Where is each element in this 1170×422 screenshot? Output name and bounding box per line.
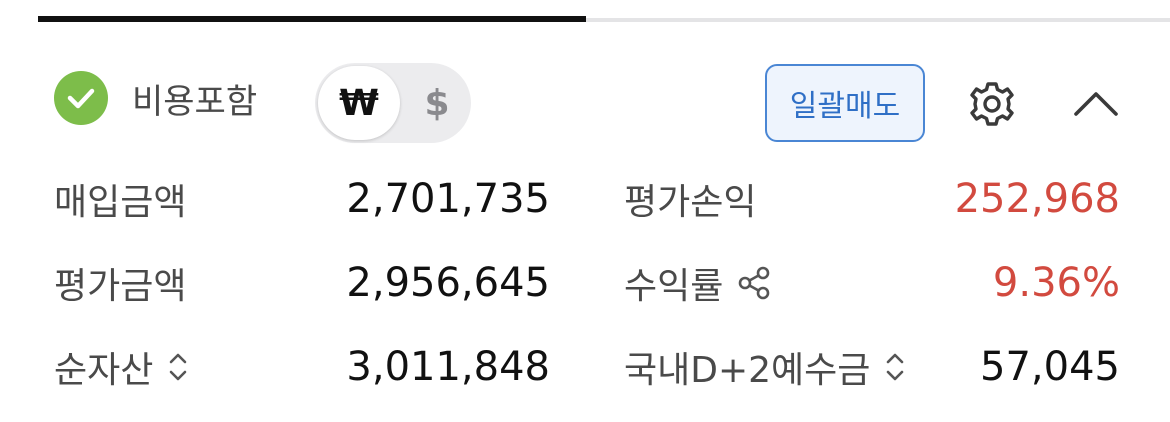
bulk-sell-button[interactable]: 일괄매도	[765, 64, 925, 142]
tab-indicator-strip	[38, 16, 1170, 22]
share-icon[interactable]	[737, 265, 773, 301]
sort-toggle-icon[interactable]	[884, 349, 906, 385]
include-fees-toggle[interactable]: 비용포함	[54, 71, 258, 125]
valuation-amount-label: 평가금액	[54, 266, 187, 307]
return-rate-label: 수익률	[624, 258, 773, 308]
currency-toggle[interactable]: ₩ $	[315, 63, 471, 143]
valuation-pl-label: 평가손익	[624, 182, 757, 223]
return-rate-value: 9.36%	[992, 260, 1120, 306]
include-fees-label: 비용포함	[132, 81, 258, 122]
purchase-amount-label: 매입금액	[54, 182, 187, 223]
sort-toggle-icon[interactable]	[167, 349, 189, 385]
net-assets-label: 순자산	[54, 342, 189, 392]
currency-usd-option[interactable]: $	[409, 63, 465, 143]
gear-icon[interactable]	[966, 78, 1018, 130]
tab-inactive-track	[586, 18, 1170, 22]
check-circle-icon	[54, 71, 108, 125]
domestic-d2-deposit-label: 국내D+2예수금	[624, 342, 906, 392]
domestic-d2-deposit-value: 57,045	[980, 344, 1120, 390]
valuation-amount-value: 2,956,645	[346, 260, 550, 306]
valuation-pl-value: 252,968	[954, 176, 1120, 222]
currency-krw-option[interactable]: ₩	[318, 66, 400, 140]
purchase-amount-value: 2,701,735	[346, 176, 550, 222]
tab-active-indicator	[38, 16, 586, 22]
chevron-up-icon[interactable]	[1070, 80, 1122, 128]
net-assets-value: 3,011,848	[346, 344, 550, 390]
